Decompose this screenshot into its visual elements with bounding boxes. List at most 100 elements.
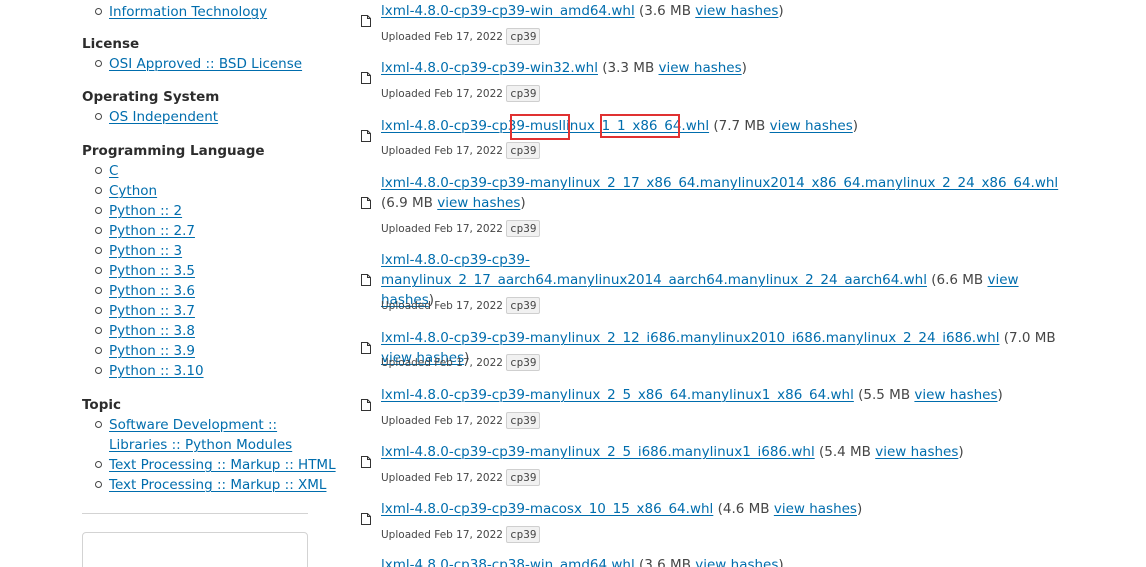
upload-meta: Uploaded Feb 17, 2022 cp39 bbox=[381, 469, 541, 486]
classifier-link[interactable]: Python :: 3.9 bbox=[109, 343, 195, 359]
upload-date: Uploaded Feb 17, 2022 bbox=[381, 31, 503, 43]
classifier-list-intended-topic: Information Technology bbox=[82, 2, 267, 22]
bullet-icon bbox=[95, 227, 102, 234]
classifier-item: Text Processing :: Markup :: HTML bbox=[82, 455, 336, 475]
classifier-heading: Programming Language bbox=[82, 143, 265, 159]
classifier-link[interactable]: OS Independent bbox=[109, 109, 218, 125]
file-size-close: ) bbox=[778, 3, 784, 19]
bullet-icon bbox=[95, 247, 102, 254]
classifier-link[interactable]: OSI Approved :: BSD License bbox=[109, 56, 302, 72]
classifier-link[interactable]: Software Development :: Libraries :: Pyt… bbox=[109, 417, 292, 453]
file-download-link[interactable]: lxml-4.8.0-cp39-cp39-manylinux_2_12_i686… bbox=[381, 330, 999, 346]
file-size: (3.3 MB bbox=[602, 60, 655, 76]
upload-date: Uploaded Feb 17, 2022 bbox=[381, 88, 503, 100]
file-icon bbox=[361, 513, 371, 525]
file-size-close: ) bbox=[778, 557, 784, 567]
pypi-download-files-page: Information Technology License OSI Appro… bbox=[0, 0, 1146, 567]
classifier-heading: License bbox=[82, 36, 140, 52]
classifier-item: Information Technology bbox=[82, 2, 267, 22]
classifier-link[interactable]: Python :: 2 bbox=[109, 203, 182, 219]
sponsor-box bbox=[82, 532, 308, 567]
bullet-icon bbox=[95, 113, 102, 120]
upload-meta: Uploaded Feb 17, 2022 cp39 bbox=[381, 220, 541, 237]
classifier-link-information-technology[interactable]: Information Technology bbox=[109, 4, 267, 20]
file-icon bbox=[361, 342, 371, 354]
view-hashes-link[interactable]: view hashes bbox=[914, 387, 997, 403]
file-download-link[interactable]: lxml-4.8.0-cp39-cp39-manylinux_2_5_i686.… bbox=[381, 444, 815, 460]
classifier-link[interactable]: Python :: 3.5 bbox=[109, 263, 195, 279]
classifier-item: Software Development :: Libraries :: Pyt… bbox=[82, 415, 309, 455]
classifier-item: Python :: 3 bbox=[82, 241, 265, 261]
view-hashes-link[interactable]: view hashes bbox=[875, 444, 958, 460]
file-size-close: ) bbox=[997, 387, 1003, 403]
classifier-list: OS Independent bbox=[82, 107, 219, 127]
file-size: (3.6 MB bbox=[639, 557, 691, 567]
file-download-link[interactable]: lxml-4.8.0-cp38-cp38-win_amd64.whl bbox=[381, 557, 635, 567]
view-hashes-link[interactable]: view hashes bbox=[774, 501, 857, 517]
file-size: (5.4 MB bbox=[819, 444, 871, 460]
python-tag-badge: cp39 bbox=[505, 85, 541, 102]
python-tag-badge: cp39 bbox=[505, 412, 541, 429]
bullet-icon bbox=[95, 421, 102, 428]
file-download-link[interactable]: lxml-4.8.0-cp39-cp39-win32.whl bbox=[381, 60, 598, 76]
classifier-link[interactable]: Python :: 3.10 bbox=[109, 363, 204, 379]
file-size: (6.6 MB bbox=[931, 272, 984, 288]
classifier-item: OSI Approved :: BSD License bbox=[82, 54, 302, 74]
file-download-link[interactable]: lxml-4.8.0-cp39-cp39-manylinux_2_17_x86_… bbox=[381, 175, 1058, 191]
upload-meta: Uploaded Feb 17, 2022 cp39 bbox=[381, 297, 541, 314]
classifier-item: Python :: 2.7 bbox=[82, 221, 265, 241]
upload-date: Uploaded Feb 17, 2022 bbox=[381, 300, 503, 312]
view-hashes-link[interactable]: view hashes bbox=[770, 118, 853, 134]
upload-date: Uploaded Feb 17, 2022 bbox=[381, 529, 503, 541]
bullet-icon bbox=[95, 207, 102, 214]
python-tag-badge: cp39 bbox=[505, 142, 541, 159]
file-size-close: ) bbox=[856, 501, 863, 517]
classifier-group-operating-system: Operating System OS Independent bbox=[82, 87, 219, 127]
upload-meta: Uploaded Feb 17, 2022 cp39 bbox=[381, 412, 541, 429]
file-size: (5.5 MB bbox=[858, 387, 911, 403]
classifier-link[interactable]: Text Processing :: Markup :: HTML bbox=[109, 457, 336, 473]
classifier-link[interactable]: Text Processing :: Markup :: XML bbox=[109, 477, 326, 493]
file-line: lxml-4.8.0-cp38-cp38-win_amd64.whl (3.6 … bbox=[381, 555, 1071, 567]
classifier-item: OS Independent bbox=[82, 107, 219, 127]
file-download-link[interactable]: lxml-4.8.0-cp39-cp39-manylinux_2_5_x86_6… bbox=[381, 387, 854, 403]
upload-date: Uploaded Feb 17, 2022 bbox=[381, 145, 503, 157]
file-download-link[interactable]: lxml-4.8.0-cp39-cp39-musllinux_1_1_x86_6… bbox=[381, 118, 709, 134]
classifier-item: Python :: 3.10 bbox=[82, 361, 265, 381]
classifier-link[interactable]: Python :: 2.7 bbox=[109, 223, 195, 239]
upload-meta: Uploaded Feb 17, 2022 cp39 bbox=[381, 28, 541, 45]
bullet-icon bbox=[95, 307, 102, 314]
python-tag-badge: cp39 bbox=[505, 297, 541, 314]
classifier-link[interactable]: C bbox=[109, 163, 118, 179]
classifier-item: Python :: 3.8 bbox=[82, 321, 265, 341]
python-tag-badge: cp39 bbox=[505, 354, 541, 371]
upload-meta: Uploaded Feb 17, 2022 cp39 bbox=[381, 142, 541, 159]
file-download-link[interactable]: lxml-4.8.0-cp39-cp39-manylinux_2_17_aarc… bbox=[381, 252, 927, 288]
view-hashes-link[interactable]: view hashes bbox=[659, 60, 742, 76]
classifier-link[interactable]: Python :: 3.6 bbox=[109, 283, 195, 299]
classifier-item: Python :: 3.7 bbox=[82, 301, 265, 321]
view-hashes-link[interactable]: view hashes bbox=[695, 3, 778, 19]
classifier-link[interactable]: Python :: 3.7 bbox=[109, 303, 195, 319]
classifier-link[interactable]: Python :: 3.8 bbox=[109, 323, 195, 339]
upload-meta: Uploaded Feb 17, 2022 cp39 bbox=[381, 354, 541, 371]
file-icon bbox=[361, 197, 371, 209]
bullet-icon bbox=[95, 8, 102, 15]
classifier-link[interactable]: Cython bbox=[109, 183, 157, 199]
classifier-group-license: License OSI Approved :: BSD License bbox=[82, 34, 302, 74]
file-size: (7.0 MB bbox=[1003, 330, 1056, 346]
file-size-close: ) bbox=[958, 444, 964, 460]
file-download-link[interactable]: lxml-4.8.0-cp39-cp39-win_amd64.whl bbox=[381, 3, 635, 19]
view-hashes-link[interactable]: view hashes bbox=[695, 557, 778, 567]
python-tag-badge: cp39 bbox=[505, 469, 541, 486]
classifier-group-programming-language: Programming Language C Cython Python :: … bbox=[82, 141, 265, 381]
file-download-link[interactable]: lxml-4.8.0-cp39-cp39-macosx_10_15_x86_64… bbox=[381, 501, 713, 517]
bullet-icon bbox=[95, 287, 102, 294]
classifier-item: Python :: 2 bbox=[82, 201, 265, 221]
classifier-item: C bbox=[82, 161, 265, 181]
file-line: lxml-4.8.0-cp39-cp39-win32.whl (3.3 MB v… bbox=[381, 58, 1071, 78]
view-hashes-link[interactable]: view hashes bbox=[437, 195, 520, 211]
classifier-link[interactable]: Python :: 3 bbox=[109, 243, 182, 259]
file-line: lxml-4.8.0-cp39-cp39-macosx_10_15_x86_64… bbox=[381, 499, 1071, 519]
classifier-heading: Topic bbox=[82, 397, 121, 413]
